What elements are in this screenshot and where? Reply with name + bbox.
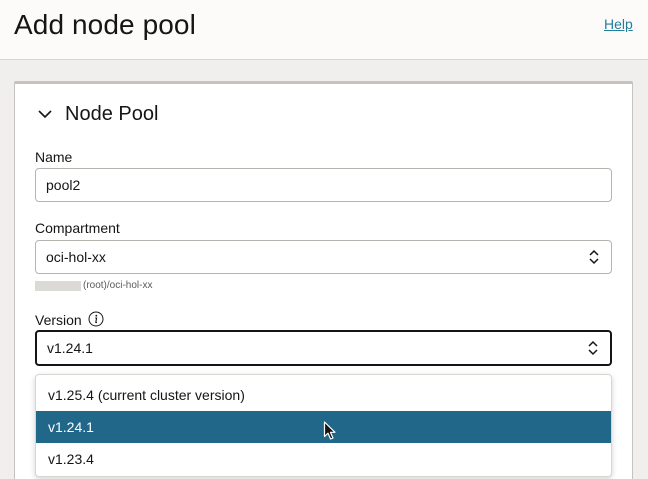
page-header: Add node pool Help [0, 0, 648, 60]
compartment-label: Compartment [35, 220, 120, 236]
compartment-select[interactable]: oci-hol-xx [35, 240, 612, 274]
compartment-path-hint: (root)/oci-hol-xx [35, 280, 152, 291]
version-value: v1.24.1 [47, 340, 93, 356]
page-title: Add node pool [14, 9, 196, 40]
version-option[interactable]: v1.25.4 (current cluster version) [36, 379, 611, 411]
up-down-chevron-icon [588, 340, 598, 356]
info-icon[interactable] [88, 311, 104, 327]
version-option[interactable]: v1.23.4 [36, 443, 611, 475]
name-label: Name [35, 149, 73, 165]
node-pool-section-toggle[interactable]: Node Pool [36, 102, 158, 126]
version-select[interactable]: v1.24.1 [35, 330, 612, 366]
mouse-pointer-icon [323, 421, 336, 440]
compartment-path-text: (root)/oci-hol-xx [83, 280, 153, 291]
name-input[interactable] [35, 168, 612, 202]
version-label: Version [35, 312, 82, 328]
redacted-tenancy-name [35, 280, 81, 291]
section-title: Node Pool [65, 102, 159, 125]
up-down-chevron-icon [589, 249, 599, 265]
help-link[interactable]: Help [604, 16, 633, 32]
compartment-value: oci-hol-xx [46, 249, 106, 265]
chevron-down-icon [38, 110, 52, 119]
